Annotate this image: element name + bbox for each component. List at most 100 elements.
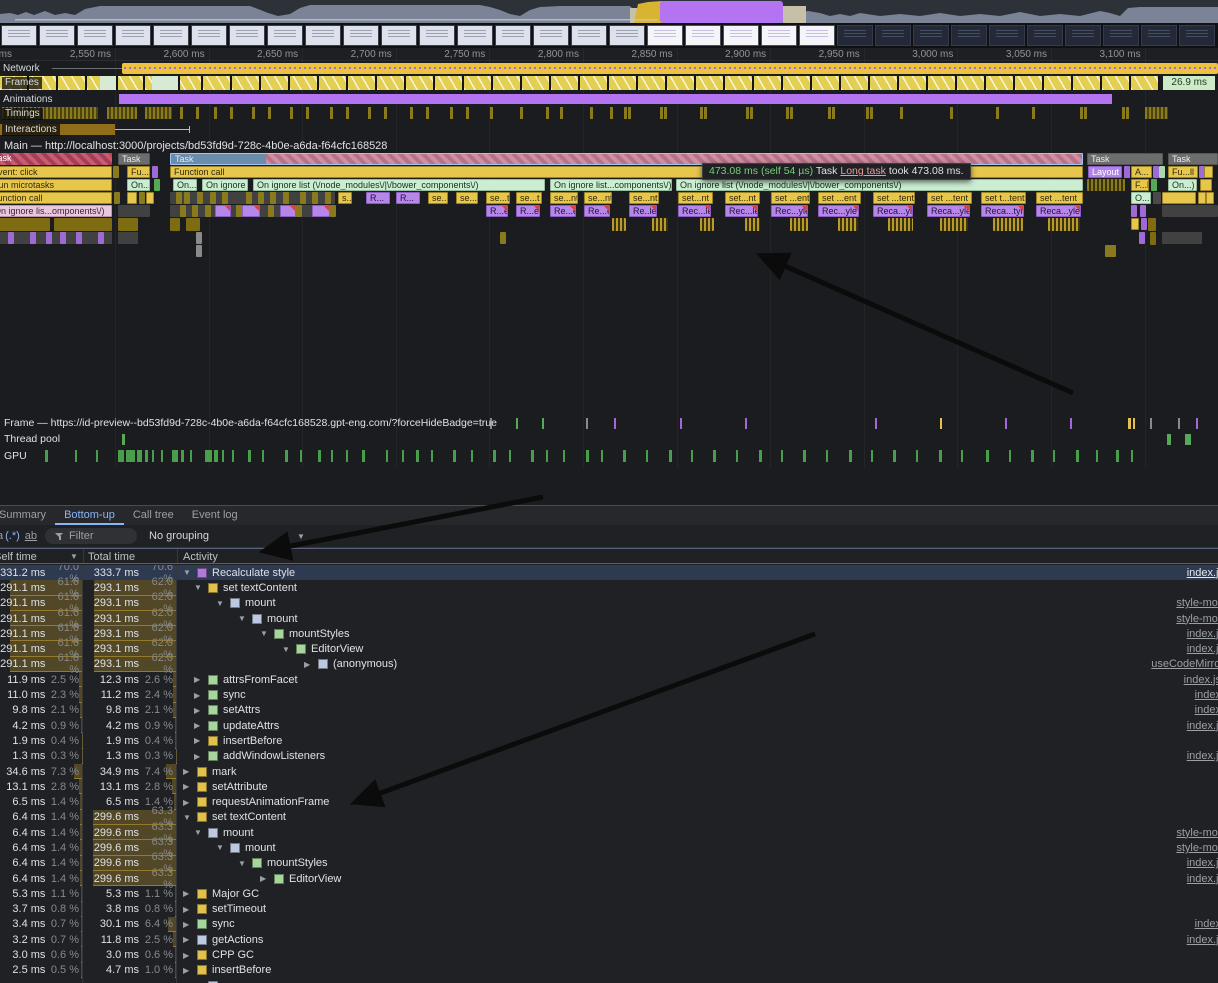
micro-tick[interactable] [300,192,306,204]
micro-tick[interactable] [205,205,211,217]
flame-event[interactable]: Fu...ll [127,166,150,178]
flame-event[interactable] [196,245,202,257]
source-link[interactable]: index.js: [1184,674,1218,686]
activity-name[interactable]: getActions [212,934,263,946]
activity-name[interactable]: mount [267,613,298,625]
flame-event[interactable] [127,192,137,204]
tree-toggle-icon[interactable]: ▶ [194,752,204,761]
activity-name[interactable]: EditorView [289,873,341,885]
thread-pool-label[interactable]: Thread pool [4,433,60,445]
activity-name[interactable]: mount [223,827,254,839]
flame-event[interactable]: On...) [173,179,197,191]
flame-event[interactable] [170,218,180,231]
table-row[interactable]: 5.3 ms1.1 %5.3 ms1.1 %▶Major GC [0,886,1218,901]
activity-name[interactable]: Major GC [212,888,259,900]
table-row[interactable]: 6.4 ms1.4 %299.6 ms63.3 %▼mountstyle-mod [0,840,1218,855]
activity-name[interactable]: setTimeout [212,903,266,915]
table-row[interactable]: 291.1 ms61.6 %293.1 ms62.0 %▼mountstyle-… [0,596,1218,611]
flame-event[interactable]: Layout [1088,166,1122,178]
activity-name[interactable]: sync [212,918,235,930]
flame-event[interactable]: On ignore lis...omponents\/) [0,205,112,217]
activity-name[interactable]: mount [245,597,276,609]
tree-toggle-icon[interactable]: ▶ [194,721,204,730]
flame-event[interactable]: Task [0,153,112,165]
micro-tick[interactable] [325,192,331,204]
activity-name[interactable]: setAttribute [212,781,268,793]
flame-event[interactable]: Task [1087,153,1163,165]
micro-tick[interactable] [270,192,276,204]
flame-event[interactable]: A... [1131,166,1152,178]
source-link[interactable]: index.js [1187,628,1218,640]
tree-toggle-icon[interactable]: ▶ [183,935,193,944]
tree-toggle-icon[interactable]: ▼ [183,813,193,822]
flame-event[interactable]: Fu...ll [1168,166,1198,178]
tab-bottom-up[interactable]: Bottom-up [55,506,124,525]
tick-cluster[interactable] [745,218,760,231]
column-divider[interactable] [177,549,178,563]
micro-tick[interactable] [236,205,242,217]
tree-toggle-icon[interactable]: ▼ [238,859,248,868]
flame-event[interactable]: Event: click [0,166,112,178]
flame-event[interactable]: Task [1168,153,1218,165]
flame-event[interactable] [154,179,160,191]
table-row[interactable]: 1.9 ms0.4 %1.9 ms0.4 %▶insertBefore [0,733,1218,748]
table-row[interactable]: 6.4 ms1.4 %299.6 ms63.3 %▼mountstyle-mod [0,825,1218,840]
table-row[interactable]: 1.3 ms0.3 %1.3 ms0.3 %▶addWindowListener… [0,749,1218,764]
flame-event[interactable] [1140,205,1146,217]
flame-event[interactable]: Run microtasks [0,179,112,191]
table-row[interactable]: 291.1 ms61.6 %293.1 ms62.0 %▼mountstyle-… [0,611,1218,626]
set-textcontent-block[interactable]: set ...ent [818,192,861,204]
flame-event[interactable]: R... [366,192,390,204]
table-row[interactable]: 2.5 ms0.5 %4.7 ms1.0 %▶insertBefore [0,963,1218,978]
column-divider[interactable] [83,549,84,563]
activity-name[interactable]: attrsFromFacet [223,674,298,686]
source-link[interactable]: style-mod [1176,597,1218,609]
source-link[interactable]: index.js [1187,750,1218,762]
flame-event[interactable] [1141,218,1147,230]
set-textcontent-block[interactable]: set ...ent [771,192,810,204]
source-link[interactable]: index.js [1187,567,1218,579]
recalculate-style-block[interactable]: R...e [486,205,508,217]
activity-name[interactable]: updateAttrs [223,720,279,732]
activity-name[interactable]: requestAnimationFrame [212,796,329,808]
flame-event[interactable] [118,232,138,244]
table-row[interactable]: 6.4 ms1.4 %299.6 ms63.3 %▼set textConten… [0,810,1218,825]
flame-event[interactable] [1162,232,1202,244]
set-textcontent-block[interactable]: set ...tent [927,192,972,204]
micro-tick[interactable] [180,205,186,217]
set-textcontent-block[interactable]: se...t [428,192,448,204]
flame-event[interactable] [1198,192,1206,204]
tab-summary[interactable]: Summary [0,506,55,525]
flame-event[interactable] [312,205,330,217]
tick-cluster[interactable] [700,218,714,231]
set-textcontent-block[interactable]: se...nt [584,192,612,204]
flame-event[interactable] [1131,205,1137,217]
tick-cluster[interactable] [612,218,626,231]
set-textcontent-block[interactable]: set ...tent [1036,192,1083,204]
source-link[interactable]: style-mod [1176,613,1218,625]
activity-name[interactable]: (anonymous) [333,658,397,670]
table-row[interactable]: 291.1 ms61.6 %293.1 ms62.0 %▶(anonymous)… [0,657,1218,672]
set-textcontent-block[interactable]: set t...tent [981,192,1026,204]
tree-toggle-icon[interactable]: ▼ [194,828,204,837]
micro-tick[interactable] [192,205,198,217]
tree-toggle-icon[interactable]: ▶ [194,675,204,684]
table-row[interactable]: 3.4 ms0.7 %30.1 ms6.4 %▶syncindex. [0,917,1218,932]
tree-toggle-icon[interactable]: ▶ [194,736,204,745]
tree-toggle-icon[interactable]: ▶ [194,691,204,700]
micro-tick[interactable] [8,232,14,244]
tree-toggle-icon[interactable]: ▶ [183,905,193,914]
tree-toggle-icon[interactable]: ▼ [183,568,193,577]
tree-toggle-icon[interactable]: ▶ [183,767,193,776]
micro-tick[interactable] [330,205,336,217]
tree-toggle-icon[interactable]: ▶ [183,889,193,898]
table-row[interactable]: 3.2 ms0.7 %11.8 ms2.5 %▶getActionsindex.… [0,932,1218,947]
flame-event[interactable] [54,218,112,231]
activity-name[interactable]: EditorView [311,643,363,655]
tree-toggle-icon[interactable]: ▼ [216,599,226,608]
flame-event[interactable]: On...) [1168,179,1197,191]
flame-event[interactable] [146,192,154,204]
flame-event[interactable]: Function call [0,192,112,204]
micro-tick[interactable] [268,205,274,217]
flame-event[interactable] [118,218,138,231]
